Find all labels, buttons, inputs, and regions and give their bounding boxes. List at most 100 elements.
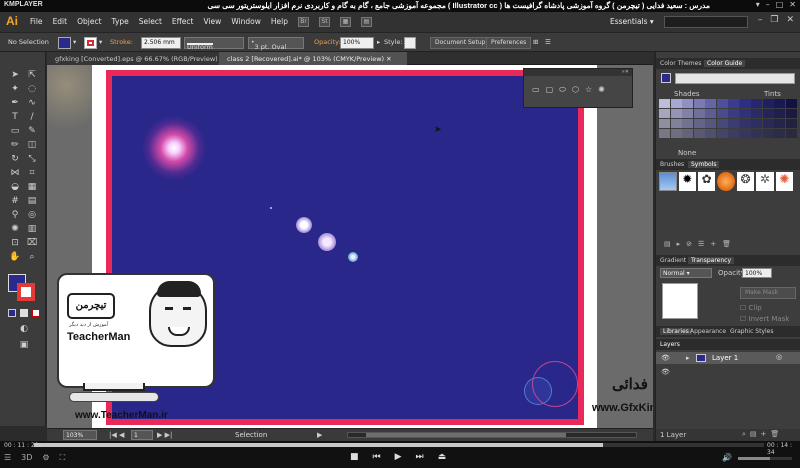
play-icon[interactable]: ▶ [395, 452, 402, 462]
gpu-button[interactable]: ▦ [340, 17, 351, 27]
pencil-tool-icon[interactable]: ✏ [9, 139, 21, 151]
settings-icon[interactable]: ⚙ [42, 453, 49, 463]
menu-select[interactable]: Select [139, 17, 162, 27]
align-icon[interactable]: ⊞ [533, 38, 538, 46]
eraser-tool-icon[interactable]: ◫ [26, 139, 38, 151]
color-guide-swatch[interactable] [659, 99, 670, 108]
chevron-down-icon[interactable]: ▾ [99, 38, 102, 46]
artboard-number-field[interactable]: 1 [131, 430, 153, 440]
restore-icon[interactable]: ❐ [770, 15, 778, 25]
line-tool-icon[interactable]: / [26, 111, 38, 123]
color-guide-swatch[interactable] [751, 99, 762, 108]
color-guide-swatch[interactable] [716, 109, 728, 118]
chevron-down-icon[interactable]: ▾ [73, 38, 76, 46]
menu-help[interactable]: Help [271, 17, 288, 27]
hand-tool-icon[interactable]: ✋ [9, 251, 21, 263]
color-guide-swatch[interactable] [693, 119, 705, 128]
color-guide-swatch[interactable] [682, 129, 693, 138]
first-artboard-icon[interactable]: |◀ ◀ [109, 431, 124, 439]
graphic-style-swatch[interactable] [404, 37, 416, 49]
clip-checkbox[interactable]: ☐ Clip [740, 304, 762, 312]
menu-object[interactable]: Object [77, 17, 101, 27]
tab-transparency[interactable]: Transparency [688, 257, 735, 264]
menu-icon[interactable]: ☰ [4, 453, 11, 463]
color-guide-swatch[interactable] [762, 129, 774, 138]
search-icon[interactable]: ⌕ [742, 430, 750, 438]
color-guide-swatch[interactable] [785, 119, 797, 128]
color-guide-swatch[interactable] [762, 99, 774, 108]
color-guide-swatch[interactable] [785, 109, 797, 118]
artboard-tool-icon[interactable]: ⊡ [9, 237, 21, 249]
opacity-label[interactable]: Opacity: [314, 38, 341, 46]
delete-icon[interactable]: 🗑 [770, 430, 783, 438]
color-guide-swatch[interactable] [670, 99, 682, 108]
variable-width-profile[interactable]: Uniform [184, 37, 244, 51]
color-mode-icon[interactable] [8, 309, 16, 317]
preferences-button[interactable]: Preferences [486, 37, 532, 49]
symbol-blue-banner-icon[interactable] [659, 172, 677, 191]
pin-icon[interactable]: ▾ [756, 0, 760, 9]
column-graph-tool-icon[interactable]: ▥ [26, 223, 38, 235]
previous-icon[interactable]: ⏮ [373, 452, 381, 462]
color-guide-swatch[interactable] [762, 119, 774, 128]
arrange-documents-button[interactable]: ▤ [361, 17, 372, 27]
visibility-eye-icon[interactable]: 👁 [661, 354, 670, 362]
next-icon[interactable]: ⏭ [416, 452, 424, 462]
type-tool-icon[interactable]: T [9, 111, 21, 123]
symbol-library-icon[interactable]: ▤ [664, 240, 677, 248]
color-guide-swatch[interactable] [751, 129, 762, 138]
color-guide-swatch[interactable] [659, 119, 670, 128]
color-guide-swatch[interactable] [705, 109, 716, 118]
none-mode-icon[interactable] [32, 309, 40, 317]
panel-menu-icon[interactable]: ☰ [545, 38, 551, 46]
color-guide-swatch[interactable] [670, 119, 682, 128]
color-guide-swatch[interactable] [670, 129, 682, 138]
ellipse-tool-icon[interactable]: ⬭ [559, 85, 566, 95]
new-layer-icon[interactable]: + [761, 430, 771, 438]
options-icon[interactable]: ☰ [698, 240, 710, 248]
tab-symbols[interactable]: Symbols [688, 161, 720, 168]
pen-tool-icon[interactable]: ✒ [9, 97, 21, 109]
gradient-mode-icon[interactable] [20, 309, 28, 317]
scale-tool-icon[interactable]: ⤡ [26, 153, 38, 165]
opacity-field[interactable]: 100% [340, 37, 374, 49]
color-guide-swatch[interactable] [728, 129, 739, 138]
color-guide-swatch[interactable] [693, 109, 705, 118]
target-icon[interactable]: ◎ [776, 353, 782, 361]
menu-edit[interactable]: Edit [53, 17, 68, 27]
slice-tool-icon[interactable]: ⌧ [26, 237, 38, 249]
color-guide-swatch[interactable] [682, 119, 693, 128]
stop-icon[interactable]: ■ [350, 452, 359, 462]
document-setup-button[interactable]: Document Setup [430, 37, 491, 49]
color-guide-swatch[interactable] [774, 129, 785, 138]
color-guide-swatch[interactable] [716, 99, 728, 108]
panel-close-icon[interactable]: »✕ [524, 69, 632, 76]
color-guide-swatch[interactable] [728, 99, 739, 108]
color-guide-swatch[interactable] [785, 99, 797, 108]
base-color-swatch[interactable] [661, 73, 671, 83]
chevron-right-icon[interactable]: ▸ [377, 38, 380, 46]
tab-gfxking-document[interactable]: gfxking [Converted].eps @ 66.67% (RGB/Pr… [47, 52, 225, 65]
color-guide-swatch[interactable] [774, 109, 785, 118]
color-guide-swatch[interactable] [705, 119, 716, 128]
color-guide-swatch[interactable] [739, 99, 751, 108]
gradient-tool-icon[interactable]: ▤ [26, 195, 38, 207]
color-guide-swatch[interactable] [716, 119, 728, 128]
stroke-swatch[interactable] [84, 37, 97, 49]
color-guide-swatch[interactable] [728, 109, 739, 118]
color-guide-swatch[interactable] [751, 119, 762, 128]
color-guide-grid[interactable] [659, 99, 799, 141]
stock-button[interactable]: St [319, 17, 330, 27]
symbol-splatter-icon[interactable]: ✹ [678, 172, 696, 191]
rotate-tool-icon[interactable]: ↻ [9, 153, 21, 165]
fullscreen-icon[interactable]: ⛶ [60, 453, 66, 463]
color-guide-swatch[interactable] [739, 109, 751, 118]
color-guide-swatch[interactable] [751, 109, 762, 118]
blend-tool-icon[interactable]: ◎ [26, 209, 38, 221]
close-icon[interactable]: ✕ [786, 15, 794, 25]
symbol-orange-ball-icon[interactable] [717, 172, 735, 191]
magic-wand-tool-icon[interactable]: ✦ [9, 83, 21, 95]
color-guide-swatch[interactable] [705, 99, 716, 108]
color-guide-swatch[interactable] [682, 99, 693, 108]
symbol-ring-icon[interactable]: ✲ [756, 172, 774, 191]
